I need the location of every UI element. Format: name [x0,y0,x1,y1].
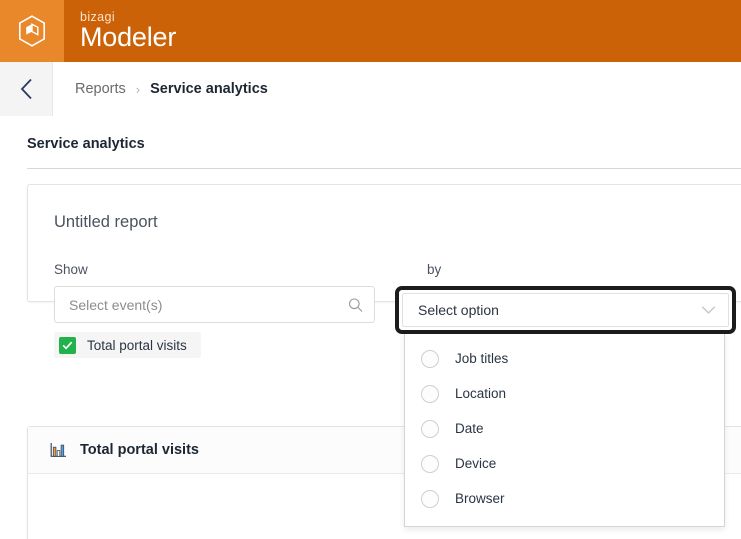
breadcrumb: Reports › Service analytics [53,62,268,116]
breadcrumb-bar: Reports › Service analytics [0,62,741,117]
report-card: Untitled report Show Select event(s) Tot… [27,184,741,358]
check-icon [62,341,73,349]
app-header: bizagi Modeler [0,0,741,62]
selected-event-chip[interactable]: Total portal visits [54,332,201,358]
dropdown-option-label: Job titles [455,351,509,366]
radio-icon[interactable] [421,419,439,438]
show-field-group: Show Select event(s) Total portal visits [54,262,375,358]
brand-title: Modeler [80,22,177,53]
radio-icon[interactable] [421,489,439,508]
dropdown-option-label: Browser [455,491,505,506]
dropdown-option-date[interactable]: Date [405,411,724,446]
by-select-focus-ring: Select option [395,286,736,334]
event-select-placeholder: Select event(s) [69,296,163,313]
by-field-label: by [427,262,442,277]
back-button[interactable] [0,62,53,116]
application-window: bizagi Modeler Reports › Service analyti… [0,0,741,539]
radio-icon[interactable] [421,349,439,368]
page-title: Service analytics [27,136,145,152]
show-field-label: Show [54,262,88,277]
dropdown-option-label: Date [455,421,484,436]
radio-icon[interactable] [421,384,439,403]
radio-icon[interactable] [421,454,439,473]
dropdown-option-device[interactable]: Device [405,446,724,481]
chevron-left-icon [20,78,32,100]
by-select-value: Select option [418,302,499,318]
dropdown-option-job-titles[interactable]: Job titles [405,341,724,376]
chart-card-title: Total portal visits [80,442,199,458]
bar-chart-icon [50,443,66,457]
breadcrumb-item-service-analytics: Service analytics [150,81,268,97]
bizagi-hexagon-cube-logo-icon [19,15,45,47]
by-select[interactable]: Select option [402,293,729,327]
brand-lockup: bizagi Modeler [64,0,176,62]
dropdown-option-label: Device [455,456,497,471]
dropdown-option-label: Location [455,386,507,401]
dropdown-option-location[interactable]: Location [405,376,724,411]
event-chip-label: Total portal visits [87,337,187,353]
report-title[interactable]: Untitled report [54,213,158,232]
app-logo[interactable] [0,0,64,62]
by-field-group: by [427,262,741,286]
event-checkbox[interactable] [59,336,76,354]
breadcrumb-separator-icon: › [135,81,141,97]
search-icon [348,297,363,312]
chevron-down-icon[interactable] [701,306,716,315]
event-select-input[interactable]: Select event(s) [54,286,375,323]
by-options-dropdown: Job titles Location Date Device Browser [404,331,725,527]
breadcrumb-item-reports[interactable]: Reports [75,81,126,97]
dropdown-option-browser[interactable]: Browser [405,481,724,516]
page-title-divider [27,168,741,169]
